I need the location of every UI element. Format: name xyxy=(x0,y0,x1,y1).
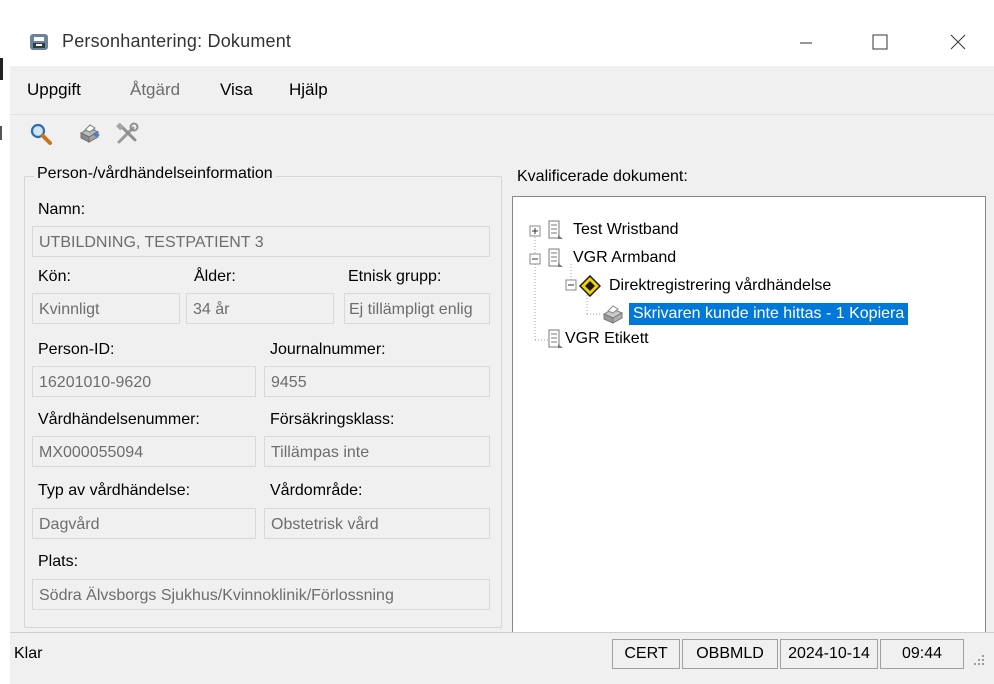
vardhandelsenummer-field[interactable]: MX000055094 xyxy=(32,436,256,467)
journalnummer-label: Journalnummer: xyxy=(270,341,386,358)
vardomrade-label: Vårdområde: xyxy=(270,482,363,499)
namn-field[interactable]: UTBILDNING, TESTPATIENT 3 xyxy=(32,226,490,257)
resize-grip-icon[interactable] xyxy=(972,653,986,667)
close-icon xyxy=(950,34,966,50)
tools-icon[interactable] xyxy=(114,121,140,147)
status-time: 09:44 xyxy=(880,639,964,669)
alder-field[interactable]: 34 år xyxy=(186,293,334,324)
plats-field[interactable]: Södra Älvsborgs Sjukhus/Kvinnoklinik/För… xyxy=(32,579,490,610)
window: Personhantering: Dokument Uppgift Åtgärd… xyxy=(10,18,994,684)
journalnummer-field[interactable]: 9455 xyxy=(264,366,490,397)
vardomrade-field[interactable]: Obstetrisk vård xyxy=(264,508,490,539)
status-user: OBBMLD xyxy=(682,639,778,669)
namn-label: Namn: xyxy=(38,201,86,218)
typ-av-vardhandelse-label: Typ av vårdhändelse: xyxy=(38,482,191,499)
diamond-icon xyxy=(579,275,601,297)
printer-icon[interactable] xyxy=(76,121,102,147)
person-id-field[interactable]: 16201010-9620 xyxy=(32,366,256,397)
document-icon xyxy=(548,220,563,239)
status-env: CERT xyxy=(612,639,680,669)
menu-atgard[interactable]: Åtgärd xyxy=(130,80,180,100)
etnisk-grupp-field[interactable]: Ej tillämpligt enlig xyxy=(344,293,490,324)
alder-label: Ålder: xyxy=(194,268,236,285)
tree-item-label-selected: Skrivaren kunde inte hittas - 1 Kopiera xyxy=(629,303,909,325)
menu-hjalp[interactable]: Hjälp xyxy=(289,80,328,100)
plats-label: Plats: xyxy=(38,553,79,570)
minimize-button[interactable] xyxy=(784,26,828,58)
title-bar: Personhantering: Dokument xyxy=(10,18,994,66)
app-icon xyxy=(30,34,48,50)
menu-visa[interactable]: Visa xyxy=(220,80,253,100)
status-date: 2024-10-14 xyxy=(780,639,878,669)
tree-item-label: VGR Etikett xyxy=(565,330,649,347)
documents-label: Kvalificerade dokument: xyxy=(517,168,688,185)
menu-uppgift[interactable]: Uppgift xyxy=(27,80,81,100)
maximize-button[interactable] xyxy=(858,26,902,58)
etnisk-grupp-label: Etnisk grupp: xyxy=(348,268,442,285)
menu-bar: Uppgift Åtgärd Visa Hjälp xyxy=(10,66,994,115)
kon-field[interactable]: Kvinnligt xyxy=(32,293,180,324)
forsakringsklass-field[interactable]: Tillämpas inte xyxy=(264,436,490,467)
person-info-title: Person-/vårdhändelseinformation xyxy=(34,165,276,183)
edge-mark xyxy=(0,126,2,140)
maximize-icon xyxy=(872,34,888,50)
documents-tree[interactable]: Test Wristband VGR Armband Direktregistr… xyxy=(512,196,986,636)
person-id-label: Person-ID: xyxy=(38,341,115,358)
tree-item-label: Test Wristband xyxy=(573,221,679,238)
status-text: Klar xyxy=(14,645,43,662)
status-bar: Klar CERT OBBMLD 2024-10-14 09:44 xyxy=(10,632,994,675)
tree-item-label: VGR Armband xyxy=(573,249,677,266)
kon-label: Kön: xyxy=(38,268,71,285)
close-button[interactable] xyxy=(936,26,980,58)
minimize-icon xyxy=(800,42,812,44)
forsakringsklass-label: Försäkringsklass: xyxy=(270,411,395,428)
document-icon xyxy=(548,248,563,267)
printer-icon xyxy=(602,305,624,324)
vardhandelsenummer-label: Vårdhändelsenummer: xyxy=(38,411,200,428)
document-icon xyxy=(548,329,563,348)
window-title: Personhantering: Dokument xyxy=(62,31,292,51)
typ-av-vardhandelse-field[interactable]: Dagvård xyxy=(32,508,256,539)
tree-item-label: Direktregistrering vårdhändelse xyxy=(609,277,832,294)
magnifier-icon[interactable] xyxy=(28,121,54,147)
edge-mark xyxy=(0,58,3,80)
toolbar xyxy=(10,115,994,153)
